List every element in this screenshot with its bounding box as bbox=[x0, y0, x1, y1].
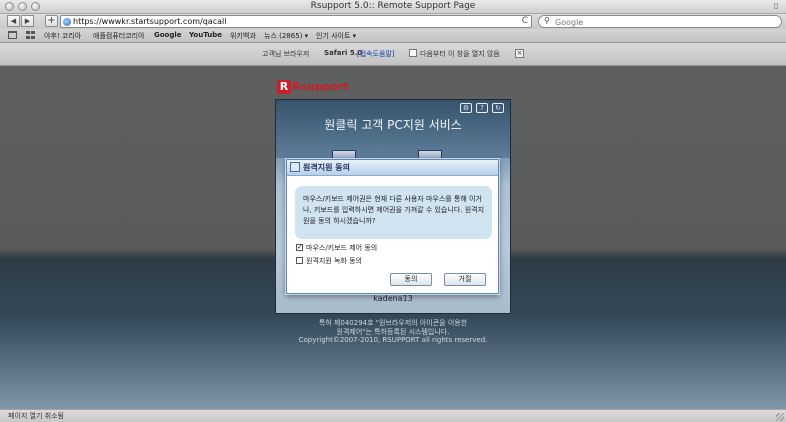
bookmark-yahoo-korea[interactable]: 야후! 코리아 bbox=[44, 31, 81, 41]
help-icon[interactable]: ? bbox=[476, 103, 488, 113]
top-sites-grid-icon[interactable] bbox=[26, 31, 35, 39]
bookmarks-bar: 야후! 코리아 애플컴퓨터코리아 Google YouTube 위키백과 뉴스 … bbox=[0, 29, 786, 43]
book-icon[interactable] bbox=[8, 31, 17, 39]
agree-button[interactable]: 동의 bbox=[390, 273, 432, 286]
session-code: kadena13 bbox=[373, 294, 413, 303]
recording-consent-label[interactable]: 원격지원 녹화 동의 bbox=[306, 256, 362, 266]
mouse-keyboard-consent-checkbox[interactable]: ✓ bbox=[296, 244, 303, 251]
forward-button[interactable]: ▶ bbox=[21, 15, 34, 27]
consent-dialog: 원격지원 동의 마우스/키보드 제어권은 현재 다른 사용자 마우스를 통해 이… bbox=[286, 159, 499, 294]
notice-close-button[interactable]: × bbox=[515, 49, 524, 58]
search-icon: ⚲ bbox=[544, 16, 550, 25]
search-field[interactable]: ⚲ bbox=[538, 15, 782, 28]
panel-title: 원클릭 고객 PC지원 서비스 bbox=[324, 118, 462, 132]
dialog-message: 마우스/키보드 제어권은 현재 다른 사용자 마우스를 통해 이거나, 키보드를… bbox=[295, 186, 492, 239]
dialog-titlebar: 원격지원 동의 bbox=[287, 160, 498, 176]
bookmark-wikipedia[interactable]: 위키백과 bbox=[230, 31, 256, 41]
title-bar: Rsupport 5.0:: Remote Support Page ▯ bbox=[0, 0, 786, 14]
logo-mark: R bbox=[277, 80, 291, 94]
back-button[interactable]: ◀ bbox=[7, 15, 20, 27]
search-input[interactable] bbox=[555, 17, 755, 27]
globe-icon bbox=[63, 18, 71, 26]
url-text[interactable]: https://wwwkr.startsupport.com/qacall bbox=[73, 17, 226, 26]
settings-icon[interactable]: ⚙ bbox=[460, 103, 472, 113]
help-link[interactable]: [접속도움말] bbox=[357, 49, 395, 59]
bookmark-news[interactable]: 뉴스 (2865) ▾ bbox=[264, 31, 308, 41]
hide-today-checkbox[interactable] bbox=[409, 49, 417, 57]
recording-consent-checkbox[interactable] bbox=[296, 257, 303, 264]
hide-today-label: 다음부터 이 창을 열지 않음 bbox=[420, 50, 500, 58]
mouse-keyboard-consent-label[interactable]: 마우스/키보드 제어 동의 bbox=[306, 243, 377, 253]
status-bar: 페이지 열기 취소됨 bbox=[0, 409, 786, 422]
notice-bar: 고객님 브라우저 Safari 5.0 [접속도움말] 다음부터 이 창을 열지… bbox=[0, 43, 786, 66]
bookmark-youtube[interactable]: YouTube bbox=[189, 31, 222, 39]
add-bookmark-button[interactable]: + bbox=[45, 15, 58, 27]
dialog-title: 원격지원 동의 bbox=[303, 163, 350, 172]
footer-copyright: Copyright©2007-2010, RSUPPORT all rights… bbox=[298, 336, 488, 344]
remote-support-icon bbox=[290, 162, 300, 172]
address-bar[interactable]: https://wwwkr.startsupport.com/qacall C bbox=[60, 15, 532, 28]
panel-header: ⚙ ? ↻ 원클릭 고객 PC지원 서비스 bbox=[276, 100, 510, 158]
browser-label: 고객님 브라우저 bbox=[262, 50, 310, 58]
reload-icon[interactable]: C bbox=[522, 16, 528, 26]
logo-text: Rsupport bbox=[292, 80, 349, 93]
connect-icon[interactable]: ↻ bbox=[492, 103, 504, 113]
browser-toolbar: ◀ ▶ + https://wwwkr.startsupport.com/qac… bbox=[0, 14, 786, 29]
window-title: Rsupport 5.0:: Remote Support Page bbox=[310, 1, 476, 11]
status-text: 페이지 열기 취소됨 bbox=[8, 412, 64, 420]
bookmark-google[interactable]: Google bbox=[154, 31, 182, 39]
decline-button[interactable]: 거절 bbox=[444, 273, 486, 286]
bookmark-apple-korea[interactable]: 애플컴퓨터코리아 bbox=[93, 31, 145, 41]
toolbar-toggle-icon[interactable]: ▯ bbox=[774, 1, 781, 10]
resize-grip-icon[interactable] bbox=[776, 413, 784, 421]
bookmark-popular-sites[interactable]: 인기 사이트 ▾ bbox=[316, 31, 356, 41]
